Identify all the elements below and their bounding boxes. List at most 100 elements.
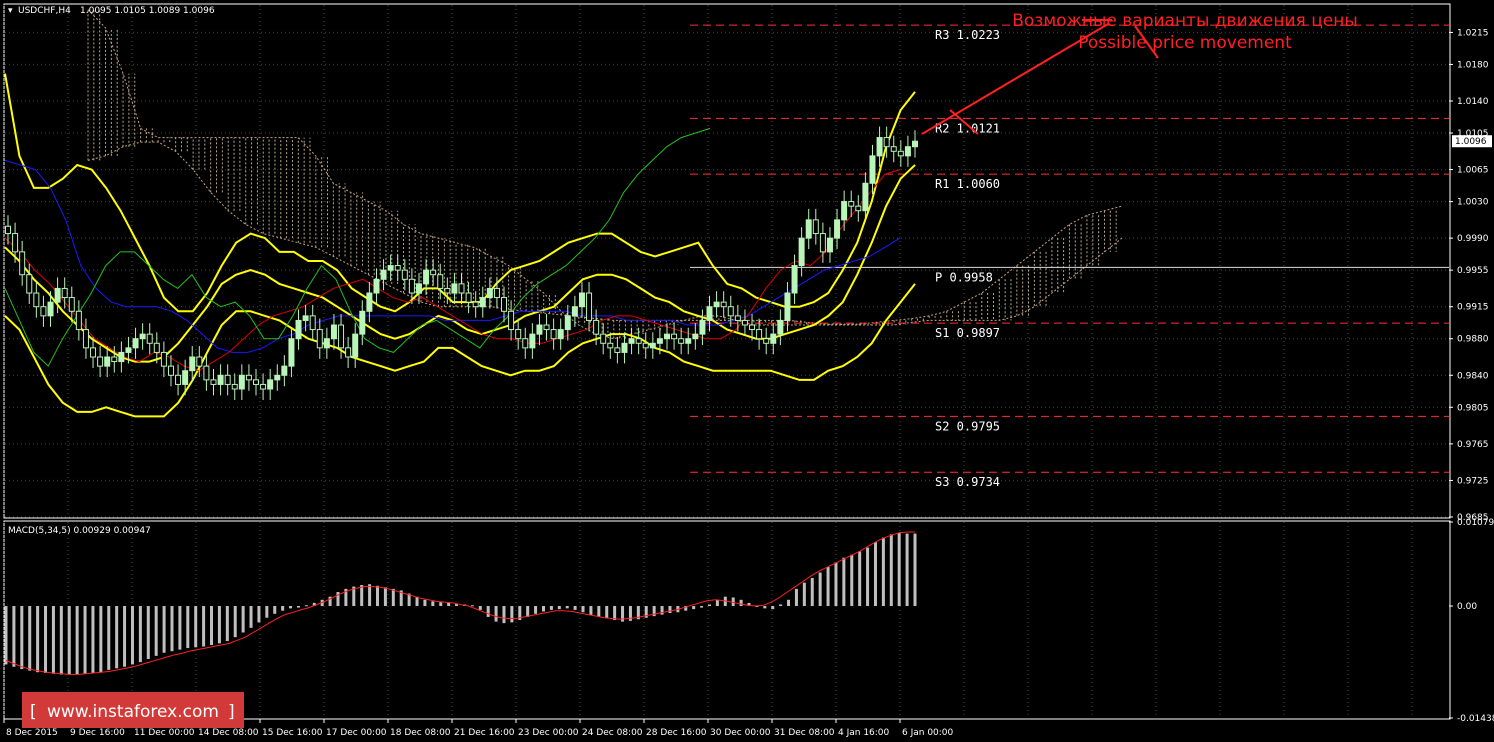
chart-menu-icon[interactable]: ▾ <box>8 6 13 16</box>
y-tick-label: 1.0065 <box>1457 166 1489 176</box>
candle-body <box>897 150 904 157</box>
candle-body <box>182 370 189 385</box>
macd-histogram-bar <box>194 606 198 648</box>
candle-body <box>5 225 11 235</box>
candle-body <box>529 333 536 349</box>
macd-histogram-bar <box>431 601 435 607</box>
candle-body <box>805 219 812 239</box>
candle-body <box>692 333 699 340</box>
candle-body <box>125 347 132 353</box>
macd-histogram-bar <box>75 606 79 675</box>
candle-body <box>543 324 550 331</box>
macd-histogram-bar <box>51 606 55 674</box>
current-price-label: 1.0096 <box>1455 137 1487 147</box>
macd-y-tick-label: 0.00 <box>1457 602 1477 612</box>
candle-body <box>869 155 876 184</box>
macd-label: MACD(5,34,5) 0.00929 0.00947 <box>8 526 151 536</box>
macd-histogram-bar <box>241 606 245 633</box>
macd-histogram-bar <box>28 606 32 671</box>
macd-histogram-bar <box>873 542 877 607</box>
candle-body <box>366 292 373 312</box>
candle-body <box>408 278 415 294</box>
macd-histogram-bar <box>889 534 893 607</box>
macd-histogram-bar <box>700 606 704 608</box>
candle-body <box>338 324 345 349</box>
candle-body <box>699 319 706 335</box>
x-tick-label: 18 Dec 08:00 <box>390 728 451 738</box>
candle-body <box>444 287 451 294</box>
candle-body <box>437 274 444 289</box>
candle-body <box>267 379 274 390</box>
candle-body <box>564 315 571 331</box>
macd-histogram-bar <box>281 606 285 611</box>
candle-body <box>621 342 628 353</box>
macd-histogram-bar <box>130 606 134 665</box>
macd-histogram-bar <box>858 551 862 607</box>
macd-histogram-bar <box>170 606 174 652</box>
candle-body <box>61 287 68 299</box>
y-tick-label: 1.0215 <box>1457 28 1489 38</box>
macd-histogram-bar <box>146 606 150 659</box>
macd-histogram-bar <box>83 606 87 674</box>
candle-body <box>217 374 224 385</box>
macd-histogram-bar <box>834 562 838 607</box>
macd-histogram-bar <box>304 605 308 607</box>
candle-body <box>522 338 529 349</box>
candle-body <box>635 338 642 344</box>
macd-histogram-bar <box>573 606 577 610</box>
candle-body <box>330 324 337 340</box>
candle-body <box>713 301 720 308</box>
y-tick-label: 0.9840 <box>1457 371 1489 381</box>
macd-histogram-bar <box>423 599 427 607</box>
pivot-label-r2: R2 1.0121 <box>935 121 1000 135</box>
macd-histogram-bar <box>178 606 182 650</box>
macd-histogram-bar <box>541 606 545 612</box>
candle-body <box>571 306 578 317</box>
candle-body <box>19 251 26 276</box>
macd-histogram-bar <box>763 606 767 609</box>
macd-histogram-bar <box>905 533 909 607</box>
candle-body <box>352 333 359 358</box>
candle-body <box>175 374 182 385</box>
candle-body <box>501 297 508 312</box>
x-tick-label: 15 Dec 16:00 <box>262 728 323 738</box>
x-tick-label: 4 Jan 16:00 <box>838 728 890 738</box>
macd-histogram-bar <box>810 577 814 607</box>
macd-histogram-bar <box>391 588 395 607</box>
macd-histogram-bar <box>818 572 822 607</box>
candle-body <box>302 315 309 321</box>
candle-body <box>890 146 897 152</box>
macd-histogram-bar <box>802 582 806 607</box>
candle-body <box>586 292 593 321</box>
candle-body <box>373 278 380 294</box>
x-tick-label: 31 Dec 08:00 <box>774 728 835 738</box>
candle-body <box>274 374 281 381</box>
macd-histogram-bar <box>210 606 214 645</box>
macd-histogram-bar <box>470 605 474 607</box>
candle-body <box>160 351 167 367</box>
y-tick-label: 0.9805 <box>1457 403 1489 413</box>
macd-histogram-bar <box>91 606 95 673</box>
candle-body <box>904 146 911 157</box>
x-tick-label: 21 Dec 16:00 <box>454 728 515 738</box>
candle-body <box>189 356 196 372</box>
y-tick-label: 0.9725 <box>1457 476 1489 486</box>
candle-body <box>649 342 656 349</box>
annotation-ru: Возможные варианты движения цены <box>1012 11 1358 31</box>
macd-histogram-bar <box>415 596 419 607</box>
candle-body <box>359 310 366 335</box>
pivot-label-r1: R1 1.0060 <box>935 177 1000 191</box>
candle-body <box>40 306 47 317</box>
macd-histogram-bar <box>233 606 237 638</box>
logo-text: www.instaforex.com <box>47 702 219 722</box>
macd-histogram-bar <box>289 606 293 609</box>
annotation-en: Possible price movement <box>1078 33 1292 53</box>
candle-body <box>784 292 791 321</box>
candle-body <box>316 329 323 349</box>
macd-histogram-bar <box>67 606 71 675</box>
macd-histogram-bar <box>107 606 111 670</box>
x-tick-label: 6 Jan 00:00 <box>902 728 954 738</box>
candle-body <box>706 306 713 321</box>
candle-body <box>912 140 918 148</box>
macd-histogram-bar <box>715 599 719 607</box>
